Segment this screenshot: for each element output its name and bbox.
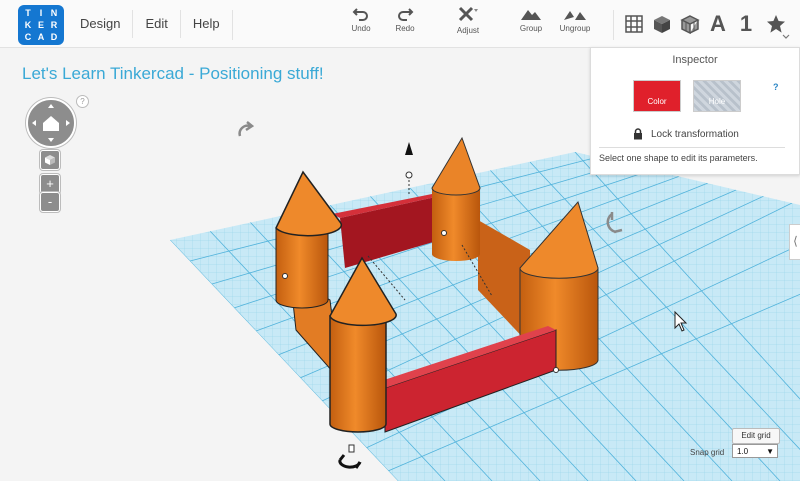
- lock-icon: [634, 128, 642, 140]
- view-help-button[interactable]: ?: [76, 95, 89, 108]
- group-button[interactable]: Group: [506, 6, 556, 33]
- ungroup-button[interactable]: Ungroup: [550, 6, 600, 33]
- number-shapes-button[interactable]: 1: [732, 10, 760, 38]
- edit-grid-button[interactable]: Edit grid: [732, 428, 780, 444]
- view-cube-icon: [45, 155, 55, 165]
- inspector-divider: [599, 147, 785, 148]
- grid-icon: [625, 15, 643, 33]
- page-title: Let's Learn Tinkercad - Positioning stuf…: [22, 64, 324, 83]
- group-icon: [521, 10, 541, 20]
- tinkercad-logo[interactable]: T I N K E R C A D: [18, 5, 64, 45]
- chevron-down-icon: [782, 34, 790, 39]
- orbit-control[interactable]: [26, 98, 76, 148]
- snap-grid-value: 1.0: [737, 447, 749, 456]
- main-menu: Design Edit Help: [68, 0, 232, 47]
- text-shapes-button[interactable]: A: [704, 10, 732, 38]
- menu-help[interactable]: Help: [179, 9, 232, 38]
- tower-back: [431, 136, 481, 261]
- logo-letter: D: [50, 32, 58, 42]
- home-view-button[interactable]: [40, 150, 60, 170]
- favorites-button[interactable]: [762, 10, 790, 39]
- toolbar-divider: [613, 10, 614, 40]
- inspector-help-button[interactable]: ?: [773, 82, 779, 92]
- group-label: Group: [519, 24, 543, 33]
- zoom-in-button[interactable]: +: [40, 174, 60, 194]
- zoom-out-button[interactable]: -: [40, 192, 60, 212]
- orbit-arrows-icon: [32, 104, 70, 142]
- basic-shapes-button[interactable]: [648, 10, 676, 38]
- undo-label: Undo: [351, 24, 371, 33]
- workplane-button[interactable]: [620, 10, 648, 38]
- inspector-hint: Select one shape to edit its parameters.: [599, 153, 758, 163]
- wireframe-shapes-button[interactable]: [676, 10, 704, 38]
- snap-grid-label: Snap grid: [690, 448, 725, 457]
- adjust-label: Adjust: [456, 26, 480, 35]
- logo-letter: I: [39, 8, 43, 18]
- rotate-arrow-top: [238, 121, 255, 137]
- star-icon: [767, 15, 785, 33]
- ungroup-icon: [564, 11, 586, 20]
- undo-icon: [352, 8, 368, 21]
- inspector-panel: Inspector Color Hole ? Lock transformati…: [590, 47, 800, 175]
- number-icon: 1: [739, 11, 753, 36]
- wire-cube-icon: [680, 15, 700, 34]
- redo-label: Redo: [395, 24, 415, 33]
- menu-divider: [232, 10, 233, 40]
- inspector-title: Inspector: [672, 54, 718, 66]
- logo-letter: N: [50, 8, 58, 18]
- rotate-arrow-bottom: [338, 454, 362, 469]
- hole-label: Hole: [708, 96, 726, 106]
- adjust-button[interactable]: Adjust: [443, 6, 493, 35]
- dropdown-arrow-icon: ▼: [766, 447, 774, 456]
- menu-design[interactable]: Design: [68, 10, 132, 38]
- lock-transformation-toggle[interactable]: Lock transformation: [633, 128, 739, 140]
- color-label: Color: [647, 96, 667, 106]
- lock-label: Lock transformation: [651, 128, 739, 140]
- snap-grid-select[interactable]: 1.0 ▼: [732, 444, 778, 458]
- logo-letter: K: [24, 20, 32, 30]
- hole-swatch-button[interactable]: Hole: [693, 80, 741, 112]
- undo-button[interactable]: Undo: [336, 6, 386, 33]
- collapse-sidebar-tab[interactable]: ⟨: [789, 224, 800, 260]
- cube-icon: [654, 16, 670, 33]
- logo-letter: A: [37, 32, 45, 42]
- logo-letter: T: [25, 8, 31, 18]
- color-swatch-button[interactable]: Color: [633, 80, 681, 112]
- top-toolbar: T I N K E R C A D Design Edit Help Undo …: [0, 0, 800, 48]
- redo-icon: [398, 8, 414, 21]
- ungroup-label: Ungroup: [559, 24, 591, 33]
- menu-edit[interactable]: Edit: [132, 9, 179, 38]
- logo-letter: E: [37, 20, 44, 30]
- text-letter-icon: A: [710, 11, 726, 36]
- redo-button[interactable]: Redo: [380, 6, 430, 33]
- logo-letter: R: [50, 20, 58, 30]
- logo-letter: C: [24, 32, 32, 42]
- adjust-icon: [458, 6, 478, 22]
